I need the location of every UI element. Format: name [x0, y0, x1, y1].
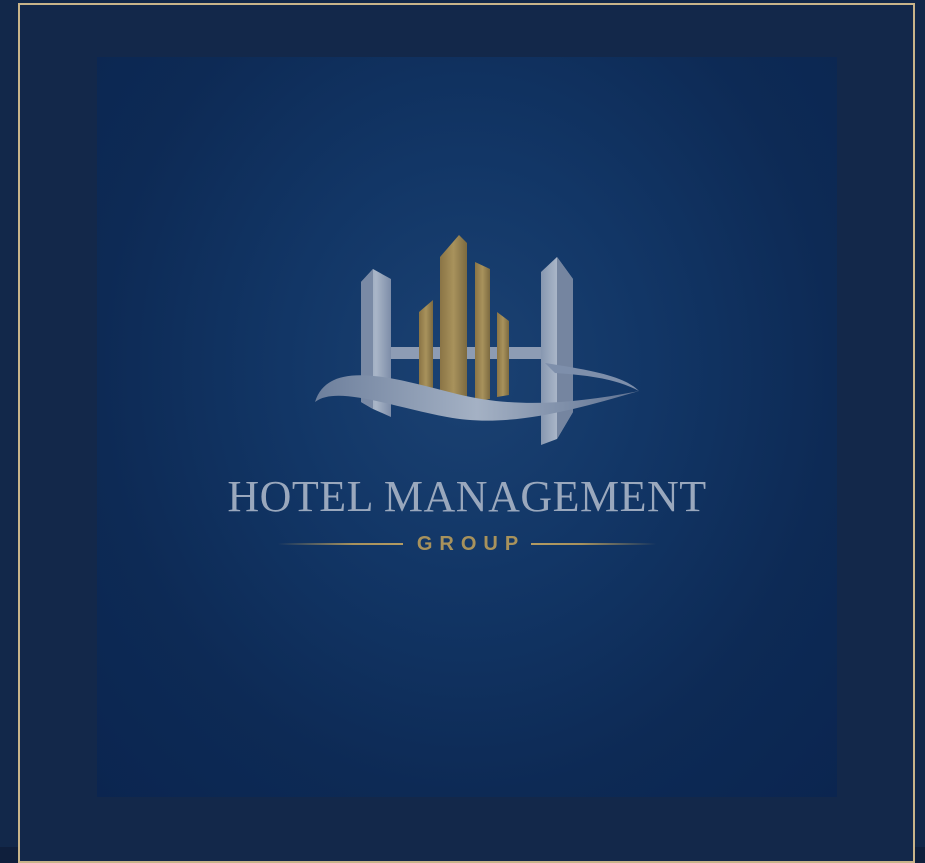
- divider-left: [277, 543, 403, 545]
- skyline-buildings-swoosh-icon: [315, 235, 639, 445]
- logo-title: HOTEL MANAGEMENT: [227, 472, 707, 521]
- divider-right: [531, 543, 657, 545]
- logo-subtitle-row: GROUP: [97, 531, 837, 557]
- logo-card: HOTEL MANAGEMENT GROUP: [97, 57, 837, 797]
- logo-subtitle: GROUP: [416, 532, 526, 555]
- page: HOTEL MANAGEMENT GROUP: [0, 0, 925, 863]
